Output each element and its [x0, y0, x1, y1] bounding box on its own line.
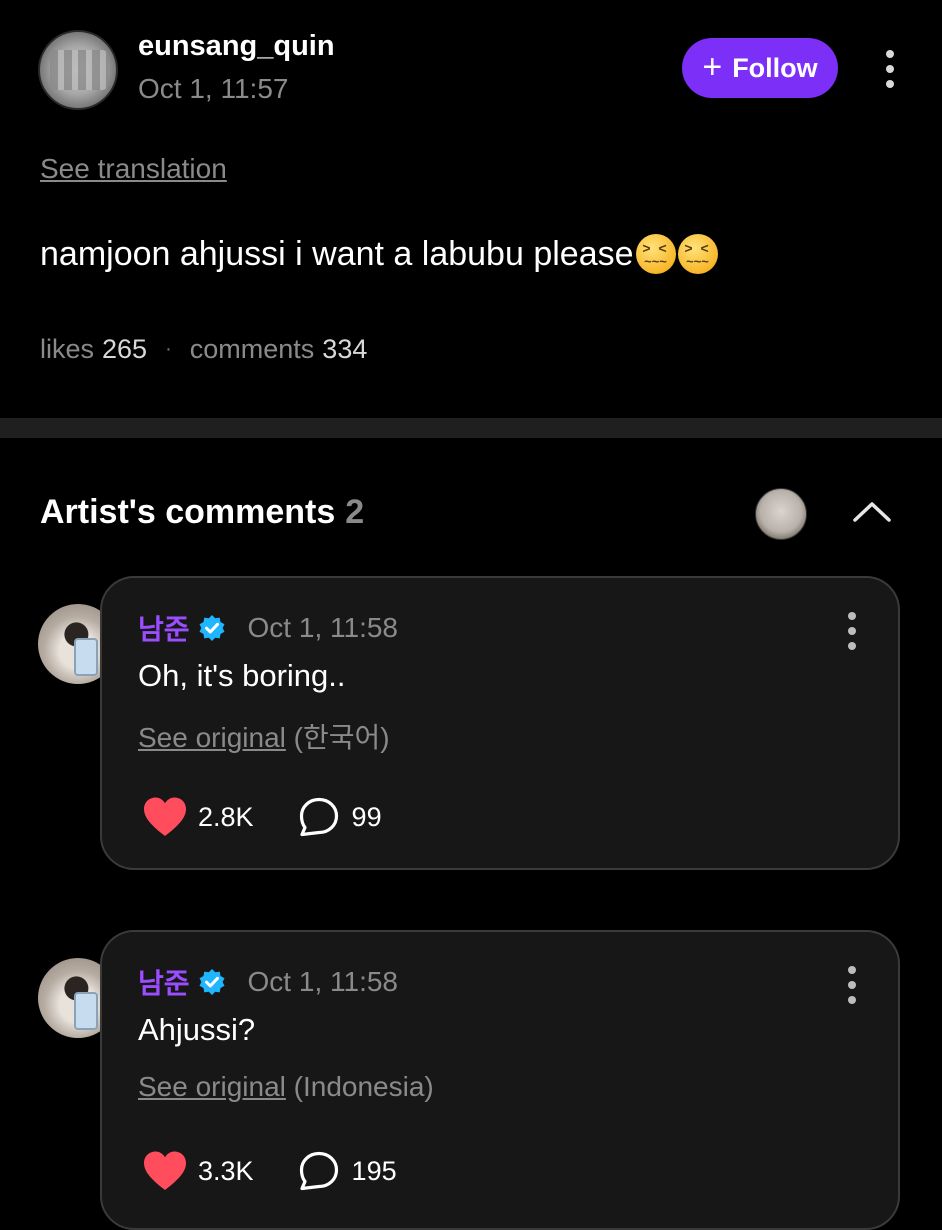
see-original-link[interactable]: See original — [138, 1071, 286, 1102]
heart-icon[interactable] — [142, 796, 188, 838]
confounded-face-emoji-icon — [635, 234, 676, 274]
stats-separator: · — [165, 338, 172, 360]
comment-more-options-icon[interactable] — [847, 966, 857, 1004]
comment-bubble-icon[interactable] — [298, 1150, 340, 1192]
see-original: See original (Indonesia) — [138, 1071, 434, 1103]
artist-comments-title: Artist's comments 2 — [40, 493, 364, 532]
follow-button-label: Follow — [732, 52, 818, 83]
artist-comments-title-text: Artist's comments — [40, 493, 336, 531]
comment-timestamp: Oct 1, 11:58 — [247, 612, 398, 643]
confounded-face-emoji-icon — [677, 234, 718, 274]
comment-reply-count: 195 — [351, 1155, 397, 1186]
comment-header: 남준 Oct 1, 11:58 — [138, 608, 398, 648]
comment-reply-count: 99 — [351, 801, 382, 832]
comment-actions: 2.8K 99 — [142, 796, 382, 838]
comment-timestamp: Oct 1, 11:58 — [247, 966, 398, 997]
comments-label[interactable]: comments — [190, 334, 315, 365]
follow-button[interactable]: + Follow — [682, 38, 838, 98]
heart-icon[interactable] — [142, 1150, 188, 1192]
likes-label: likes — [40, 334, 95, 364]
post-more-options-icon[interactable] — [885, 50, 895, 88]
chevron-up-icon[interactable] — [852, 496, 892, 526]
plus-icon: + — [702, 47, 723, 86]
comment-more-options-icon[interactable] — [847, 612, 857, 650]
post-timestamp: Oct 1, 11:57 — [138, 73, 289, 104]
post-stats: likes 265 · comments 334 — [40, 334, 367, 365]
see-original: See original (한국어) — [138, 716, 390, 756]
verified-icon — [199, 615, 225, 641]
section-divider — [0, 418, 942, 438]
likes-count: 265 — [102, 334, 148, 364]
original-language: (Indonesia) — [293, 1071, 434, 1102]
post-author-avatar[interactable] — [38, 30, 118, 110]
comment-actions: 3.3K 195 — [142, 1150, 397, 1192]
comment-header: 남준 Oct 1, 11:58 — [138, 962, 398, 1002]
see-translation-link[interactable]: See translation — [40, 153, 227, 185]
artist-name[interactable]: 남준 — [138, 962, 190, 1002]
verified-icon — [199, 969, 225, 995]
comment-bubble-icon[interactable] — [298, 796, 340, 838]
comments-count[interactable]: 334 — [322, 334, 367, 365]
post-body: namjoon ahjussi i want a labubu please — [40, 234, 718, 274]
post-author-username[interactable]: eunsang_quin — [138, 30, 335, 63]
comment-text: Oh, it's boring.. — [138, 658, 346, 693]
artist-name[interactable]: 남준 — [138, 608, 190, 648]
artist-avatar — [755, 488, 807, 540]
comment-text: Ahjussi? — [138, 1012, 256, 1047]
post-body-text: namjoon ahjussi i want a labubu please — [40, 234, 634, 273]
see-original-link[interactable]: See original — [138, 722, 286, 753]
comment-like-count: 2.8K — [198, 801, 254, 832]
comment-like-count: 3.3K — [198, 1155, 254, 1186]
original-language: (한국어) — [293, 722, 390, 753]
artist-comments-count: 2 — [345, 493, 365, 531]
